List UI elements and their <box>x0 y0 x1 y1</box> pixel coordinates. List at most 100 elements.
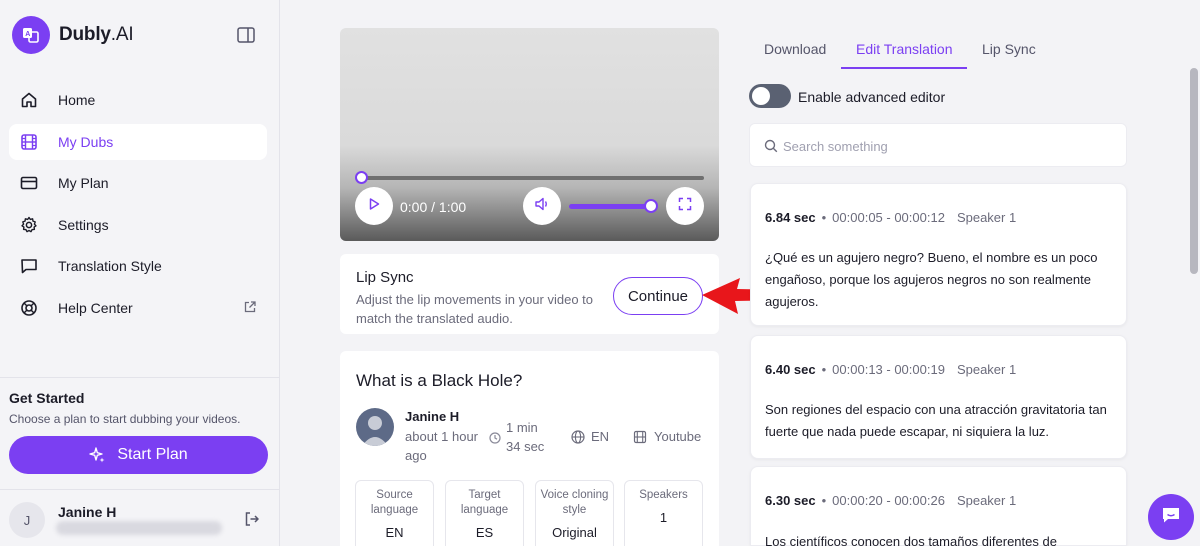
video-language: EN <box>591 429 610 444</box>
video-title: What is a Black Hole? <box>356 371 523 390</box>
home-icon <box>19 90 39 110</box>
author-avatar <box>356 408 394 446</box>
sidebar-item-label: Settings <box>58 216 109 233</box>
lifebuoy-icon <box>19 298 39 318</box>
volume-button[interactable] <box>523 187 561 225</box>
video-source: Youtube <box>654 429 702 444</box>
fullscreen-button[interactable] <box>666 187 704 225</box>
stat-source-language: Source language EN <box>355 480 434 546</box>
segment-duration: 6.30 sec <box>765 493 816 508</box>
volume-handle[interactable] <box>644 199 658 213</box>
lip-sync-title: Lip Sync <box>356 269 414 286</box>
lip-sync-description: Adjust the lip movements in your video t… <box>356 292 594 326</box>
sparkle-icon <box>89 447 105 463</box>
brand-logo[interactable]: A Dubly.AI <box>12 15 268 55</box>
translation-segment[interactable]: 6.30 sec • 00:00:20 - 00:00:26 Speaker 1 Lo… <box>750 466 1127 546</box>
video-progress-handle[interactable] <box>355 171 368 184</box>
avatar[interactable]: J <box>9 502 45 538</box>
fullscreen-icon <box>678 197 692 216</box>
stat-label: Speakers <box>639 489 688 501</box>
film-icon <box>633 430 647 444</box>
sidebar-item-label: My Plan <box>58 175 109 191</box>
stat-value: EN <box>385 525 404 540</box>
sidebar-item-label: Home <box>58 92 96 108</box>
stat-value: ES <box>475 525 494 540</box>
sidebar-item-label: My Dubs <box>58 133 114 150</box>
stat-value: 1 <box>659 510 668 525</box>
sidebar-item-label: Translation Style <box>58 258 162 274</box>
sidebar-item-label: Help Center <box>58 299 133 316</box>
start-plan-button[interactable]: Start Plan <box>9 436 268 474</box>
segment-duration: 6.84 sec <box>765 210 816 225</box>
stat-label: Source language <box>370 489 419 516</box>
stat-value: Original <box>552 525 597 540</box>
search-box <box>749 123 1127 167</box>
play-button[interactable] <box>355 187 393 225</box>
tab-lip-sync[interactable]: Lip Sync <box>982 41 1036 57</box>
segment-text[interactable]: ¿Qué es un agujero negro? Bueno, el nomb… <box>765 247 1115 313</box>
segment-range: 00:00:05 - 00:00:12 <box>832 210 945 225</box>
chat-icon <box>1160 504 1182 531</box>
sidebar-item-translation-style[interactable]: Translation Style <box>9 248 267 284</box>
segment-duration: 6.40 sec <box>765 362 816 377</box>
get-started-panel: Get Started Choose a plan to start dubbi… <box>0 377 280 474</box>
lip-sync-card: Lip Sync Adjust the lip movements in you… <box>340 254 719 334</box>
brand-name: Dubly <box>59 24 111 45</box>
video-time: 0:00 / 1:00 <box>400 199 467 215</box>
get-started-subtitle: Choose a plan to start dubbing your vide… <box>9 412 241 426</box>
get-started-title: Get Started <box>9 390 85 406</box>
globe-icon <box>571 430 585 444</box>
segment-header: 6.84 sec • 00:00:05 - 00:00:12 Speaker 1 <box>765 210 1017 225</box>
segment-text[interactable]: Los científicos conocen dos tamaños dife… <box>765 531 1115 546</box>
credit-card-icon <box>19 173 39 193</box>
stat-voice-cloning-style: Voice cloning style Original <box>535 480 614 546</box>
advanced-editor-label: Enable advanced editor <box>798 89 946 105</box>
speaker-icon <box>534 196 550 217</box>
chat-bubble-icon <box>19 256 39 276</box>
tab-download[interactable]: Download <box>764 41 826 57</box>
stat-label: Voice cloning style <box>540 489 609 516</box>
search-icon <box>764 139 778 153</box>
logout-icon[interactable] <box>244 511 260 527</box>
user-profile: J Janine H <box>0 489 280 546</box>
gear-icon <box>19 215 39 235</box>
author-name: Janine H <box>405 409 460 424</box>
sidebar-item-my-dubs[interactable]: My Dubs <box>9 123 267 160</box>
sidebar: A Dubly.AI Home My Dubs My Plan Settings… <box>0 0 280 546</box>
posted-time: about 1 hour ago <box>405 429 479 463</box>
toggle-knob <box>752 87 770 105</box>
play-icon <box>367 197 381 216</box>
sidebar-item-home[interactable]: Home <box>9 82 267 118</box>
segment-text[interactable]: Son regiones del espacio con una atracci… <box>765 399 1115 443</box>
sidebar-item-help-center[interactable]: Help Center <box>9 290 267 326</box>
video-progress-bar[interactable] <box>361 176 704 180</box>
segment-range: 00:00:13 - 00:00:19 <box>832 362 945 377</box>
search-input[interactable] <box>783 134 1113 158</box>
segment-header: 6.40 sec • 00:00:13 - 00:00:19 Speaker 1 <box>765 362 1017 377</box>
segment-range: 00:00:20 - 00:00:26 <box>832 493 945 508</box>
segment-speaker: Speaker 1 <box>956 362 1017 377</box>
stat-speakers: Speakers 1 <box>624 480 703 546</box>
scrollbar[interactable] <box>1190 68 1198 274</box>
segment-speaker: Speaker 1 <box>956 493 1017 508</box>
sidebar-item-settings[interactable]: Settings <box>9 207 267 243</box>
stat-label: Target language <box>460 489 509 516</box>
video-info-card: What is a Black Hole? Janine H about 1 h… <box>340 351 719 546</box>
user-name: Janine H <box>58 504 117 520</box>
brand-suffix: .AI <box>110 24 134 45</box>
segment-header: 6.30 sec • 00:00:20 - 00:00:26 Speaker 1 <box>765 493 1017 508</box>
user-email-redacted <box>56 521 222 535</box>
volume-slider[interactable] <box>569 204 653 209</box>
translation-segment[interactable]: 6.84 sec • 00:00:05 - 00:00:12 Speaker 1 ¿Q… <box>750 183 1127 326</box>
external-link-icon <box>243 300 257 314</box>
continue-button[interactable]: Continue <box>613 277 703 315</box>
sidebar-item-my-plan[interactable]: My Plan <box>9 165 267 201</box>
clock-icon <box>489 431 501 444</box>
sidebar-toggle-icon[interactable] <box>236 25 256 45</box>
tab-edit-translation[interactable]: Edit Translation <box>856 41 953 57</box>
translation-segment[interactable]: 6.40 sec • 00:00:13 - 00:00:19 Speaker 1 So… <box>750 335 1127 459</box>
start-plan-label: Start Plan <box>117 446 188 463</box>
stat-target-language: Target language ES <box>445 480 524 546</box>
chat-support-button[interactable] <box>1148 494 1194 540</box>
segment-speaker: Speaker 1 <box>956 210 1017 225</box>
